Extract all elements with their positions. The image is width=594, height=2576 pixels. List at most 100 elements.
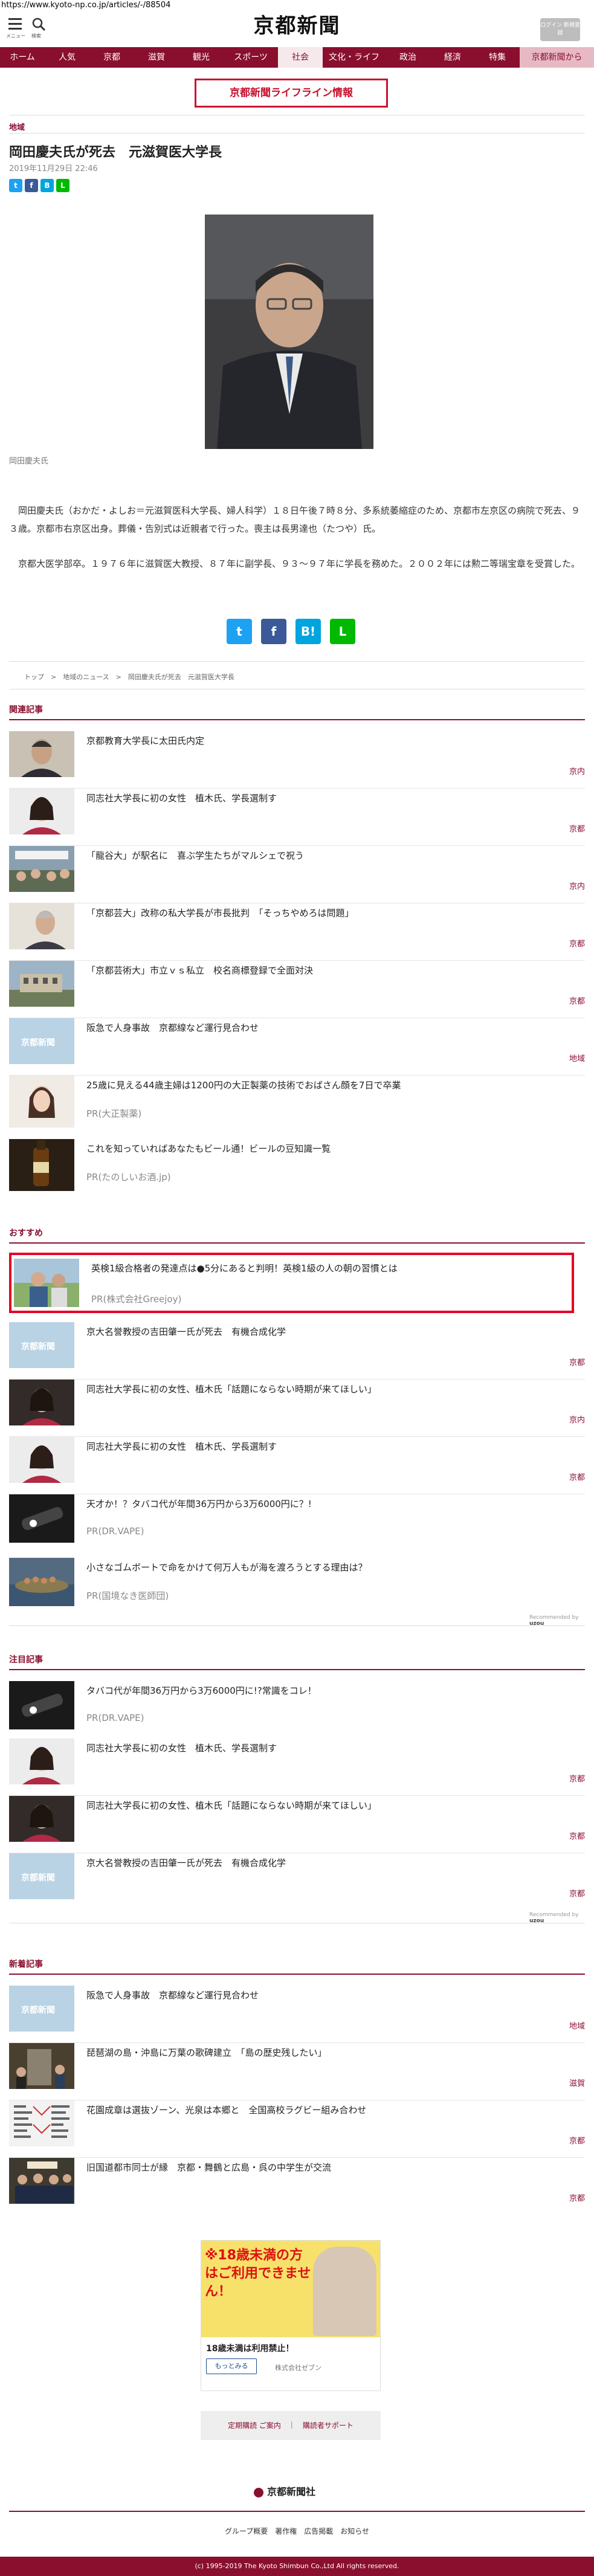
url-bar[interactable]: https://www.kyoto-np.co.jp/articles/-/88…	[0, 0, 594, 11]
list-item[interactable]: 旧国道都市同士が縁 京都・舞鶴と広島・呉の中学生が交流 京都	[9, 2158, 585, 2215]
list-item[interactable]: 京都新聞 京大名誉教授の吉田肇一氏が死去 有機合成化学 京都	[9, 1853, 585, 1911]
photo-caption: 岡田慶夫氏	[9, 457, 49, 466]
thumbnail	[9, 1796, 74, 1842]
menu-label: メニュー	[6, 33, 25, 39]
list-item[interactable]: 「龍谷大」が駅名に 喜ぶ学生たちがマルシェで祝う 京内	[9, 846, 585, 903]
nav-politics[interactable]: 政治	[386, 47, 430, 68]
list-item-title: 京大名誉教授の吉田肇一氏が死去 有機合成化学	[86, 1326, 286, 1337]
list-item[interactable]: 同志社大学長に初の女性 植木氏、学長選制す 京都	[9, 1738, 585, 1796]
twitter-icon[interactable]: t	[227, 619, 252, 644]
nav-home[interactable]: ホーム	[0, 47, 45, 68]
list-item[interactable]: 京都新聞 阪急で人身事故 京都線など運行見合わせ 地域	[9, 1018, 585, 1076]
thumbnail	[9, 961, 74, 1007]
list-item-title: 阪急で人身事故 京都線など運行見合わせ	[86, 1022, 259, 1033]
hatena-icon[interactable]: B!	[295, 619, 321, 644]
list-item[interactable]: これを知っていればあなたもビール通！ビールの豆知識一覧 PR(たのしいお酒.jp…	[9, 1139, 585, 1196]
list-item[interactable]: 琵琶湖の島・沖島に万葉の歌碑建立 「島の歴史残したい」 滋賀	[9, 2043, 585, 2100]
nav-kyoto[interactable]: 京都	[89, 47, 134, 68]
nav-shiga[interactable]: 滋賀	[134, 47, 179, 68]
list-item[interactable]: 小さなゴムボートで命をかけて何万人もが海を渡ろうとする理由は？ PR(国境なき医…	[9, 1558, 585, 1615]
list-item-title: 琵琶湖の島・沖島に万葉の歌碑建立 「島の歴史残したい」	[86, 2047, 327, 2058]
footer-divider	[9, 2511, 585, 2512]
nav-kanko[interactable]: 観光	[179, 47, 224, 68]
line-icon[interactable]: L	[330, 619, 355, 644]
hatena-icon[interactable]: B	[40, 179, 54, 192]
list-item-sponsor: PR(国境なき医師団)	[86, 1590, 169, 1601]
thumbnail	[9, 1558, 74, 1606]
list-item[interactable]: 天才か！？タバコ代が年間36万円から3万6000円に？! PR(DR.VAPE)	[9, 1494, 585, 1558]
thumbnail	[9, 1139, 74, 1191]
nav-society[interactable]: 社会	[278, 47, 323, 68]
thumbnail	[9, 1681, 74, 1729]
nav-special[interactable]: 特集	[475, 47, 520, 68]
article-paragraph: 岡田慶夫氏（おかだ・よしお＝元滋賀医科大学長、婦人科学）１８日午後７時８分、多系…	[9, 505, 581, 534]
thumbnail-logo: 京都新聞	[21, 1038, 55, 1048]
list-item-category: 京都	[569, 1890, 585, 1899]
nav-from-kyoto[interactable]: 京都新聞から	[520, 47, 594, 68]
login-button[interactable]: ログイン 新規登録	[540, 18, 580, 41]
ad-more-button[interactable]: もっとみる	[206, 2358, 257, 2374]
thumbnail	[9, 1076, 74, 1128]
list-item-category: 京都	[569, 1775, 585, 1784]
article-photo	[205, 215, 373, 449]
list-item-title: 同志社大学長に初の女性 植木氏、学長選制す	[86, 1743, 277, 1754]
list-item-category: 滋賀	[569, 2079, 585, 2088]
breadcrumb[interactable]: トップ > 地域のニュース > 岡田慶夫氏が死去 元滋賀医大学長	[24, 672, 234, 682]
search-icon[interactable]	[31, 17, 46, 31]
thumbnail	[9, 2043, 74, 2089]
thumbnail: 京都新聞	[9, 1018, 74, 1064]
facebook-icon[interactable]: f	[25, 179, 38, 192]
thumbnail	[9, 731, 74, 777]
list-item-title: 花園成章は選抜ゾーン、光泉は本郷と 全国高校ラグビー組み合わせ	[86, 2105, 367, 2116]
list-item-title: 同志社大学長に初の女性、植木氏「話題にならない時期が来てほしい」	[86, 1800, 377, 1811]
list-item[interactable]: 英検1級合格者の発達点は●5分にあると判明！英検1級の人の朝の習慣とは PR(株…	[9, 1259, 585, 1316]
twitter-icon[interactable]: t	[9, 179, 22, 192]
list-item-title: 小さなゴムボートで命をかけて何万人もが海を渡ろうとする理由は？	[86, 1562, 367, 1573]
related-heading: 関連記事	[9, 705, 43, 715]
ad-banner[interactable]: ※18歳未満の方はご利用できません！ 18歳未満は利用禁止！ もっとみる 株式会…	[201, 2240, 381, 2391]
divider	[9, 133, 585, 134]
nav-culture[interactable]: 文化・ライフ	[323, 47, 386, 68]
list-item-sponsor: PR(DR.VAPE)	[86, 1712, 144, 1723]
site-logo[interactable]: 京都新聞	[242, 15, 352, 37]
list-item-category: 京都	[569, 2137, 585, 2146]
list-item[interactable]: タバコ代が年間36万円から3万6000円に!?常識をコレ！ PR(DR.VAPE…	[9, 1681, 585, 1738]
list-item-title: タバコ代が年間36万円から3万6000円に!?常識をコレ！	[86, 1685, 317, 1696]
subscription-links[interactable]: 定期購読 ご案内 ｜ 購読者サポート	[201, 2411, 381, 2440]
thumbnail-logo: 京都新聞	[21, 2006, 55, 2015]
list-item[interactable]: 「京都芸大」改称の私大学長が市長批判 「そっちやめろは問題」 京都	[9, 903, 585, 961]
list-item-title: 25歳に見える44歳主婦は1200円の大正製薬の技術でおばさん顔を7日で卒業	[86, 1080, 401, 1091]
list-item[interactable]: 「京都芸術大」市立ｖｓ私立 校名商標登録で全面対決 京都	[9, 961, 585, 1018]
article-date: 2019年11月29日 22:46	[9, 164, 98, 173]
list-item[interactable]: 京都新聞 阪急で人身事故 京都線など運行見合わせ 地域	[9, 1986, 585, 2043]
list-item-category: 京都	[569, 1473, 585, 1482]
thumbnail	[9, 789, 74, 834]
credit-text: Recommended by	[529, 1912, 579, 1918]
list-item[interactable]: 同志社大学長に初の女性 植木氏、学長選制す 京都	[9, 789, 585, 846]
nav-economy[interactable]: 経済	[430, 47, 475, 68]
nav-sports[interactable]: スポーツ	[224, 47, 278, 68]
list-item-title: 同志社大学長に初の女性 植木氏、学長選制す	[86, 1441, 277, 1452]
list-item-title: 阪急で人身事故 京都線など運行見合わせ	[86, 1990, 259, 2001]
line-icon[interactable]: L	[56, 179, 69, 192]
list-item[interactable]: 同志社大学長に初の女性、植木氏「話題にならない時期が来てほしい」 京内	[9, 1380, 585, 1437]
list-item[interactable]: 25歳に見える44歳主婦は1200円の大正製薬の技術でおばさん顔を7日で卒業 P…	[9, 1076, 585, 1139]
list-item[interactable]: 花園成章は選抜ゾーン、光泉は本郷と 全国高校ラグビー組み合わせ 京都	[9, 2100, 585, 2158]
facebook-icon[interactable]: f	[261, 619, 286, 644]
list-item-title: 「京都芸大」改称の私大学長が市長批判 「そっちやめろは問題」	[86, 908, 354, 918]
list-item-category: 京都	[569, 997, 585, 1006]
list-item-title: 同志社大学長に初の女性 植木氏、学長選制す	[86, 793, 277, 804]
list-item[interactable]: 京都教育大学長に太田氏内定 京内	[9, 731, 585, 789]
nav-popular[interactable]: 人気	[45, 47, 89, 68]
list-item[interactable]: 同志社大学長に初の女性、植木氏「話題にならない時期が来てほしい」 京都	[9, 1796, 585, 1853]
list-item-sponsor: PR(たのしいお酒.jp)	[86, 1172, 171, 1183]
list-item[interactable]: 同志社大学長に初の女性 植木氏、学長選制す 京都	[9, 1437, 585, 1494]
thumbnail	[9, 1380, 74, 1425]
hamburger-menu-icon[interactable]	[8, 18, 22, 31]
lifeline-link[interactable]: 京都新聞ライフライン情報	[195, 79, 388, 108]
list-item[interactable]: 京都新聞 京大名誉教授の吉田肇一氏が死去 有機合成化学 京都	[9, 1322, 585, 1380]
footer-links[interactable]: グループ概要 著作権 広告掲載 お知らせ	[181, 2526, 413, 2536]
list-item-title: 旧国道都市同士が縁 京都・舞鶴と広島・呉の中学生が交流	[86, 2162, 332, 2173]
footer-logo[interactable]: 京都新聞社	[254, 2484, 315, 2498]
article-title: 岡田慶夫氏が死去 元滋賀医大学長	[9, 145, 222, 160]
